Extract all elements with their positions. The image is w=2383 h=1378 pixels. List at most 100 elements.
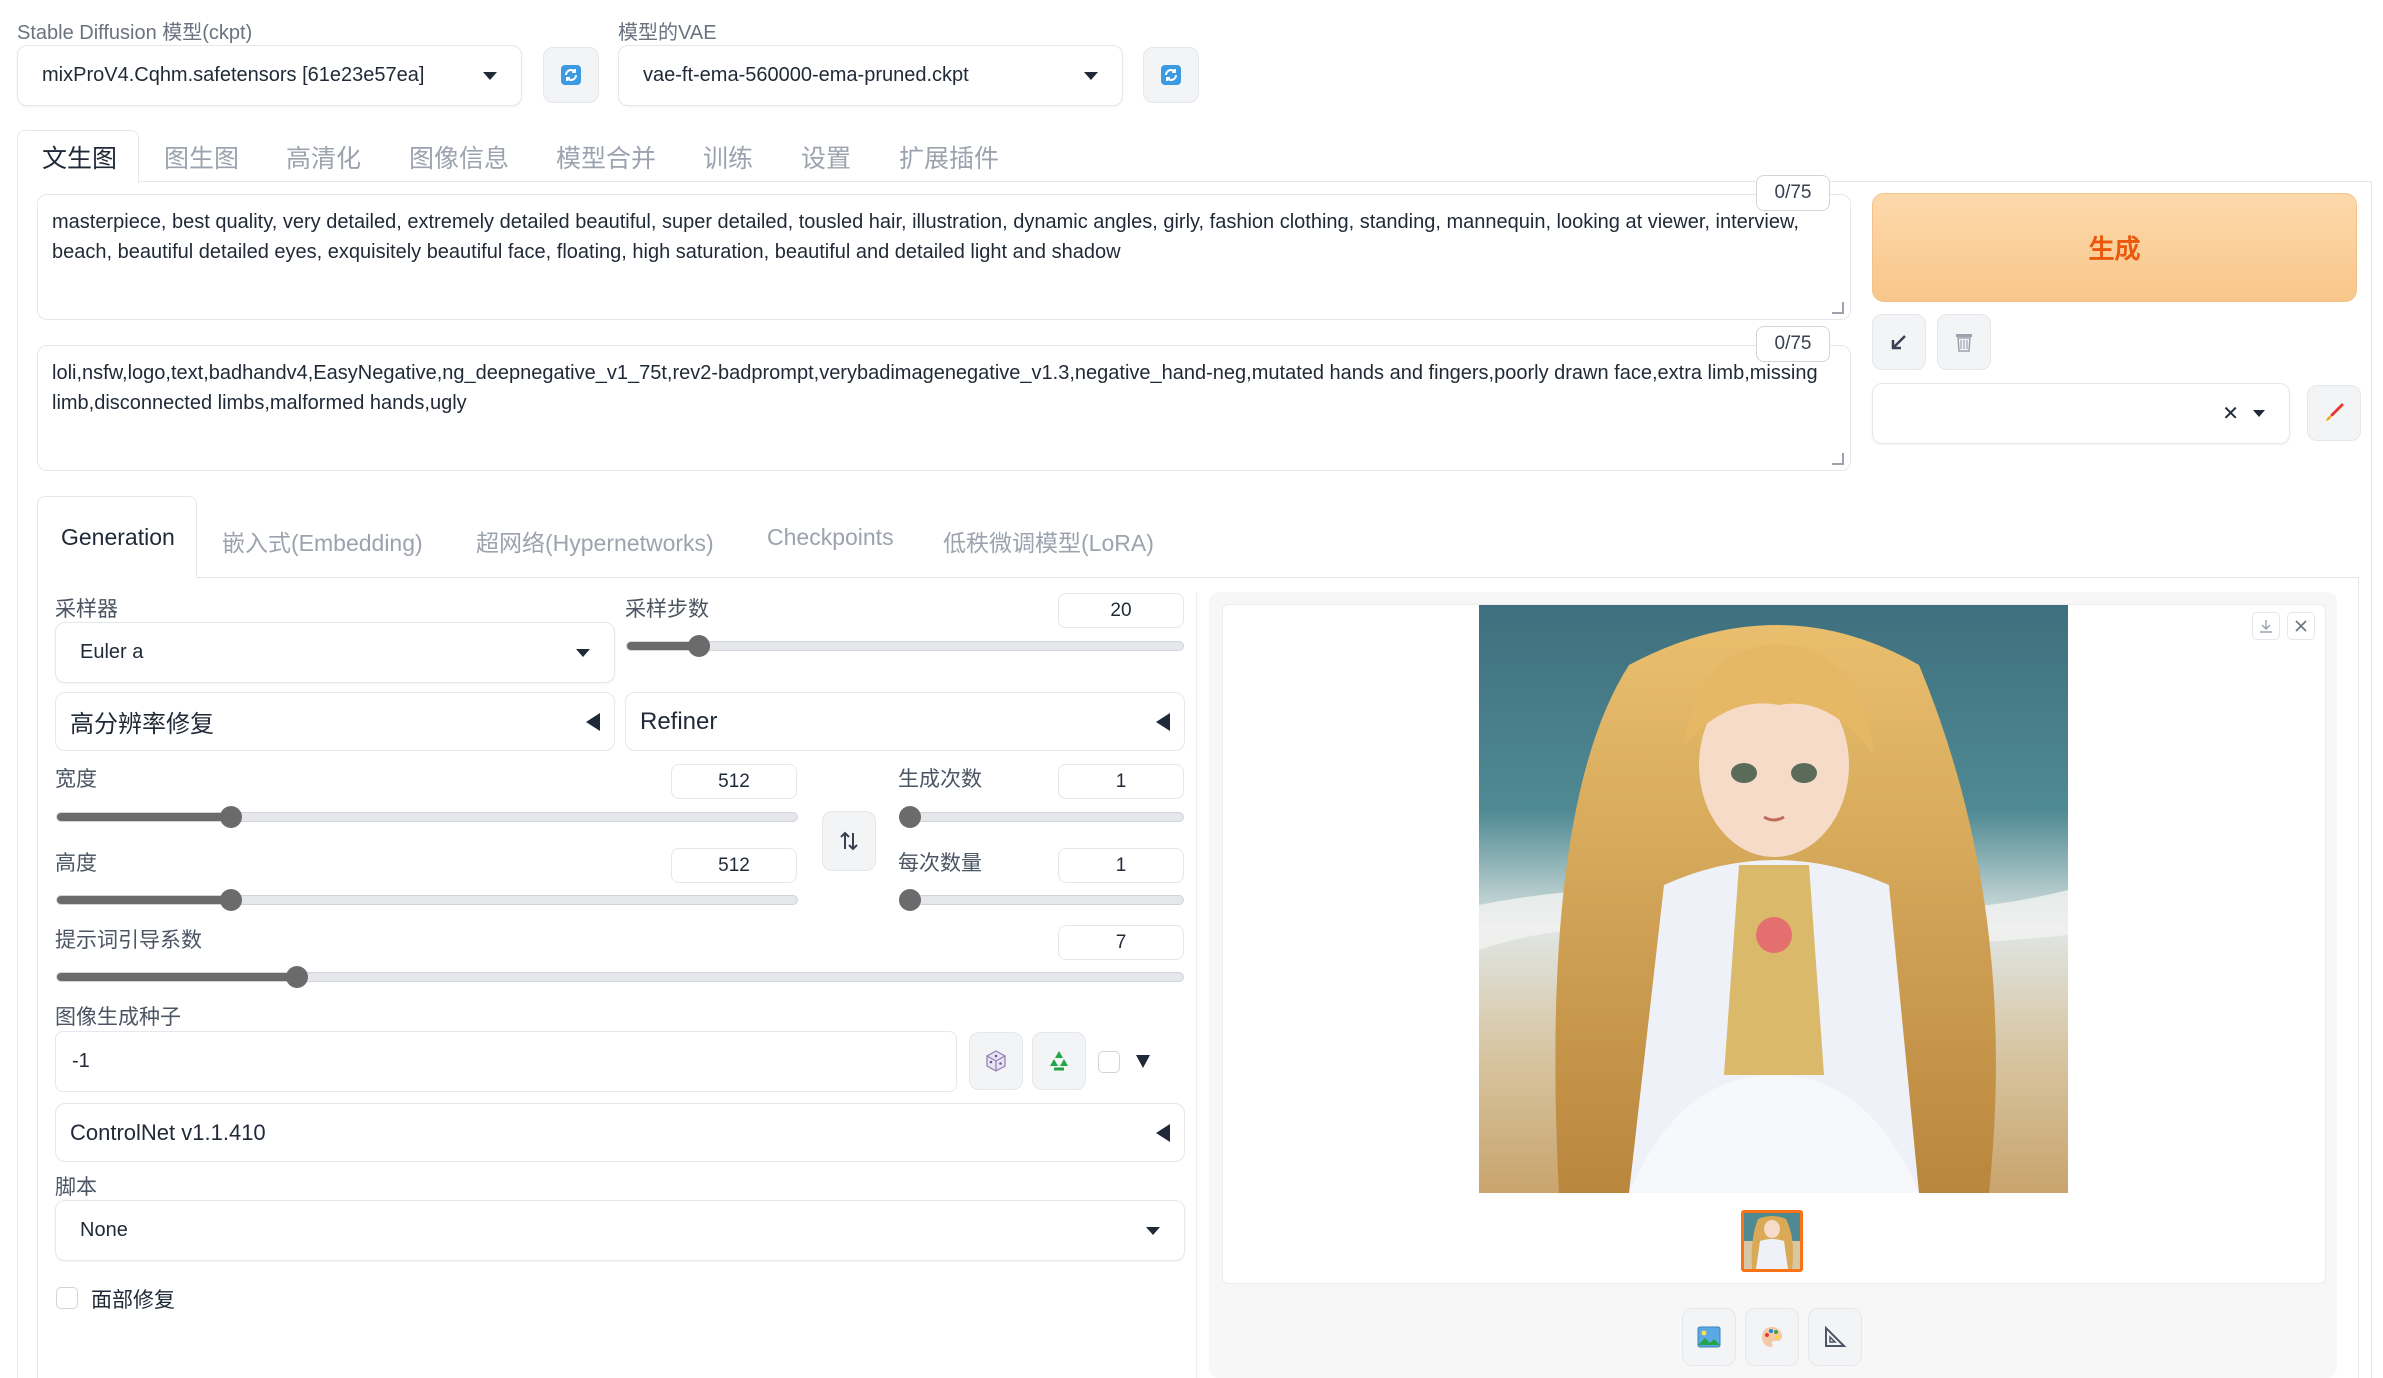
swap-dimensions-button[interactable] bbox=[822, 811, 876, 871]
face-restore-label: 面部修复 bbox=[91, 1289, 175, 1312]
tab-txt2img[interactable]: 文生图 bbox=[42, 139, 117, 175]
seed-input[interactable]: -1 bbox=[55, 1031, 957, 1092]
collapse-triangle-icon bbox=[586, 712, 600, 731]
subtab-hypernetworks[interactable]: 超网络(Hypernetworks) bbox=[476, 524, 714, 558]
refresh-vae-button[interactable] bbox=[1143, 47, 1199, 103]
subtab-generation[interactable]: Generation bbox=[61, 524, 175, 551]
send-to-inpaint-button[interactable] bbox=[1745, 1308, 1799, 1366]
extra-seed-checkbox[interactable] bbox=[1098, 1051, 1120, 1073]
read-params-button[interactable] bbox=[1872, 314, 1926, 370]
paintbrush-icon bbox=[2326, 403, 2344, 421]
hires-fix-label: 高分辨率修复 bbox=[70, 711, 214, 738]
height-slider[interactable] bbox=[56, 889, 798, 911]
batch-size-input[interactable]: 1 bbox=[1058, 848, 1184, 883]
resize-handle[interactable] bbox=[1832, 453, 1844, 465]
sampler-label: 采样器 bbox=[55, 598, 118, 621]
prompt-input[interactable]: masterpiece, best quality, very detailed… bbox=[37, 194, 1851, 320]
tab-img2img[interactable]: 图生图 bbox=[164, 139, 239, 175]
chevron-down-icon bbox=[1084, 71, 1098, 80]
reuse-seed-button[interactable] bbox=[1032, 1032, 1086, 1090]
resize-handle[interactable] bbox=[1832, 302, 1844, 314]
slider-thumb[interactable] bbox=[219, 806, 242, 828]
refiner-accordion[interactable]: Refiner bbox=[625, 692, 1185, 751]
anime-girl-beach-image bbox=[1479, 605, 2068, 1193]
height-label: 高度 bbox=[55, 852, 97, 875]
clear-icon[interactable]: ✕ bbox=[2222, 401, 2239, 426]
seed-value: -1 bbox=[72, 1050, 90, 1072]
prompt-text: masterpiece, best quality, very detailed… bbox=[52, 211, 1799, 263]
clear-prompt-button[interactable] bbox=[1937, 314, 1991, 370]
slider-thumb[interactable] bbox=[285, 966, 308, 988]
prompt-token-counter: 0/75 bbox=[1756, 175, 1830, 211]
negative-prompt-token-counter: 0/75 bbox=[1756, 326, 1830, 362]
cfg-slider[interactable] bbox=[56, 966, 1184, 988]
slider-thumb[interactable] bbox=[219, 889, 242, 911]
thumbnail-image bbox=[1744, 1213, 1800, 1269]
arrow-down-left-icon bbox=[1891, 335, 1906, 350]
steps-input[interactable]: 20 bbox=[1058, 593, 1184, 628]
height-input[interactable]: 512 bbox=[671, 848, 797, 883]
send-to-extras-button[interactable] bbox=[1808, 1308, 1862, 1366]
slider-fill bbox=[57, 973, 297, 981]
slider-thumb[interactable] bbox=[899, 806, 921, 828]
subtab-lora[interactable]: 低秩微调模型(LoRA) bbox=[943, 524, 1154, 558]
gallery-thumbnail[interactable] bbox=[1741, 1210, 1803, 1272]
width-label: 宽度 bbox=[55, 768, 97, 791]
close-gallery-button[interactable] bbox=[2287, 612, 2315, 640]
subtab-embedding[interactable]: 嵌入式(Embedding) bbox=[222, 524, 423, 558]
generate-button[interactable]: 生成 bbox=[1872, 193, 2357, 302]
tab-png-info[interactable]: 图像信息 bbox=[409, 139, 509, 175]
edit-styles-button[interactable] bbox=[2307, 385, 2361, 441]
negative-prompt-text: loli,nsfw,logo,text,badhandv4,EasyNegati… bbox=[52, 362, 1818, 414]
tab-settings[interactable]: 设置 bbox=[801, 139, 851, 175]
script-dropdown[interactable]: None bbox=[55, 1200, 1185, 1261]
trash-icon bbox=[1956, 334, 1972, 352]
random-seed-button[interactable] bbox=[969, 1032, 1023, 1090]
extra-seed-toggle-icon[interactable] bbox=[1136, 1055, 1150, 1068]
chevron-down-icon bbox=[1146, 1226, 1160, 1235]
width-slider[interactable] bbox=[56, 806, 798, 828]
batch-size-slider[interactable] bbox=[899, 889, 1184, 911]
cfg-input[interactable]: 7 bbox=[1058, 925, 1184, 960]
vae-label: 模型的VAE bbox=[618, 22, 717, 44]
vae-dropdown[interactable]: vae-ft-ema-560000-ema-pruned.ckpt bbox=[618, 45, 1123, 106]
send-to-img2img-button[interactable] bbox=[1682, 1308, 1736, 1366]
refresh-checkpoint-button[interactable] bbox=[543, 47, 599, 103]
width-input[interactable]: 512 bbox=[671, 764, 797, 799]
triangle-ruler-icon bbox=[1825, 1325, 1847, 1347]
checkpoint-dropdown[interactable]: mixProV4.Cqhm.safetensors [61e23e57ea] bbox=[17, 45, 522, 106]
hires-fix-accordion[interactable]: 高分辨率修复 bbox=[55, 692, 615, 751]
styles-dropdown[interactable]: ✕ bbox=[1872, 383, 2290, 444]
dice-icon bbox=[986, 1050, 1006, 1072]
batch-count-slider[interactable] bbox=[899, 806, 1184, 828]
collapse-triangle-icon bbox=[1156, 1123, 1170, 1142]
face-restore-checkbox[interactable] bbox=[56, 1287, 78, 1309]
cfg-label: 提示词引导系数 bbox=[55, 929, 202, 952]
sampler-dropdown[interactable]: Euler a bbox=[55, 622, 615, 683]
script-value: None bbox=[80, 1219, 128, 1241]
download-icon bbox=[2260, 620, 2272, 633]
close-icon bbox=[2295, 620, 2307, 632]
tab-extensions[interactable]: 扩展插件 bbox=[899, 139, 999, 175]
batch-count-input[interactable]: 1 bbox=[1058, 764, 1184, 799]
picture-icon bbox=[1697, 1326, 1721, 1348]
vae-value: vae-ft-ema-560000-ema-pruned.ckpt bbox=[643, 64, 969, 86]
slider-thumb[interactable] bbox=[899, 889, 921, 911]
tab-checkpoint-merger[interactable]: 模型合并 bbox=[556, 139, 656, 175]
controlnet-accordion[interactable]: ControlNet v1.1.410 bbox=[55, 1103, 1185, 1162]
steps-slider[interactable] bbox=[626, 635, 1184, 657]
collapse-triangle-icon bbox=[1156, 712, 1170, 731]
subtab-checkpoints[interactable]: Checkpoints bbox=[767, 524, 894, 551]
seed-label: 图像生成种子 bbox=[55, 1006, 181, 1029]
generated-image[interactable] bbox=[1479, 605, 2068, 1193]
sampler-value: Euler a bbox=[80, 641, 144, 663]
tab-upscale[interactable]: 高清化 bbox=[286, 139, 361, 175]
download-button[interactable] bbox=[2252, 612, 2280, 640]
palette-icon bbox=[1762, 1327, 1782, 1347]
checkpoint-label: Stable Diffusion 模型(ckpt) bbox=[17, 22, 253, 44]
batch-size-label: 每次数量 bbox=[898, 852, 982, 875]
negative-prompt-input[interactable]: loli,nsfw,logo,text,badhandv4,EasyNegati… bbox=[37, 345, 1851, 471]
checkpoint-value: mixProV4.Cqhm.safetensors [61e23e57ea] bbox=[42, 64, 425, 86]
steps-label: 采样步数 bbox=[625, 598, 709, 621]
tab-train[interactable]: 训练 bbox=[703, 139, 753, 175]
